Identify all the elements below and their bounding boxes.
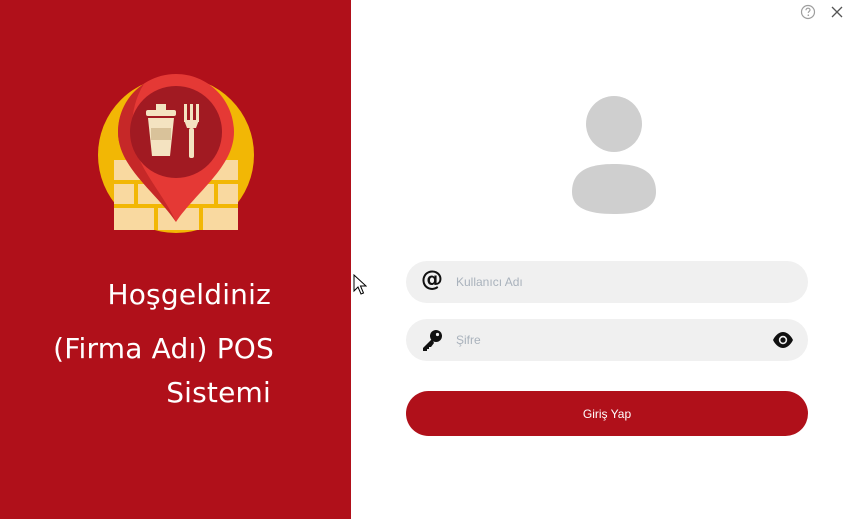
user-avatar-icon <box>572 96 656 214</box>
help-icon[interactable] <box>800 4 816 20</box>
restaurant-location-logo-icon <box>98 74 254 233</box>
welcome-panel: Hoşgeldiniz (Firma Adı) POS Sistemi <box>0 0 351 519</box>
close-icon[interactable] <box>829 4 845 20</box>
welcome-title: Hoşgeldiniz <box>107 278 271 311</box>
welcome-system-label: Sistemi <box>166 376 271 409</box>
key-icon <box>423 330 442 351</box>
username-input[interactable] <box>456 261 756 303</box>
login-button[interactable]: Giriş Yap <box>406 391 808 436</box>
username-field[interactable]: @ <box>406 261 808 303</box>
at-icon: @ <box>421 267 443 292</box>
password-field[interactable] <box>406 319 808 361</box>
password-input[interactable] <box>456 319 756 361</box>
show-password-eye-icon[interactable] <box>772 331 794 349</box>
welcome-company-name: (Firma Adı) POS <box>53 332 274 365</box>
mouse-cursor-icon <box>353 274 367 295</box>
